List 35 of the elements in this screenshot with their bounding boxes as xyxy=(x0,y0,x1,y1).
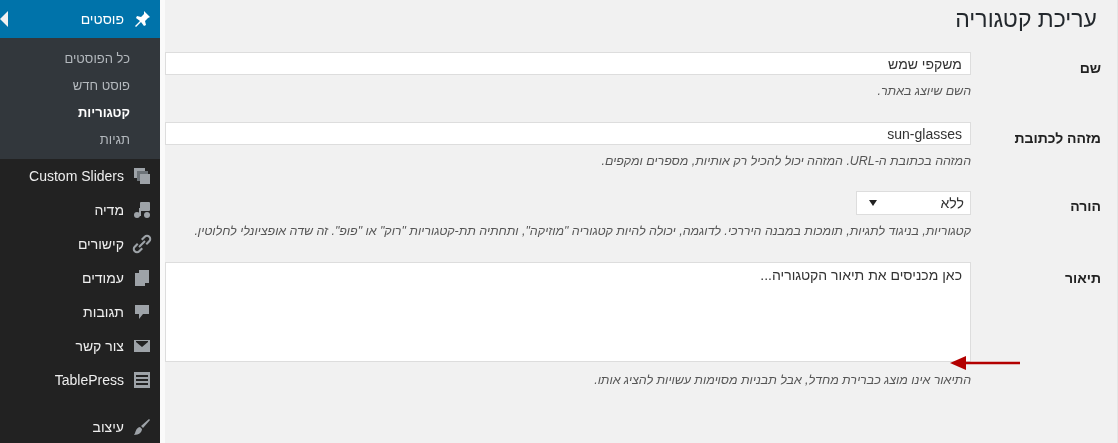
field-label: מזהה לכתובת xyxy=(1013,129,1102,146)
pointer-notch xyxy=(0,11,8,27)
menu-item[interactable]: Custom Sliders xyxy=(0,159,160,193)
media-icon xyxy=(132,200,152,220)
images-icon xyxy=(132,166,152,186)
submenu-item[interactable]: פוסט חדש xyxy=(0,72,160,99)
brush-icon xyxy=(132,417,152,437)
field-label: תיאור xyxy=(1063,269,1102,286)
field-hint: המזהה בכתובת ה-URL. המזהה יכול להכיל רק אותיות, מספרים ומקפים. xyxy=(600,153,971,170)
menu-item[interactable]: צור קשר xyxy=(0,329,160,363)
menu-item[interactable]: TablePress xyxy=(0,363,160,397)
parent-dropdown[interactable]: ללא xyxy=(856,191,971,215)
submenu-item[interactable]: כל הפוסטים xyxy=(0,45,160,72)
menu-item[interactable]: עמודים xyxy=(0,261,160,295)
annotation-arrow xyxy=(950,356,1022,370)
pages-icon xyxy=(132,268,152,288)
field-hint: קטגוריות, בניגוד לתגיות, תומכות במבנה היררכי. לדוגמה, יכולה להיות קטגוריה "מוזיקה", ותחתיה תת-קטגוריות "רוק" או "פופ". זה שדה אופציונלי לחלוטין. xyxy=(193,223,971,240)
page-title: עריכת קטגוריה xyxy=(954,5,1098,34)
field-label: הורה xyxy=(1069,197,1102,214)
text-field[interactable]: sun-glasses xyxy=(165,122,971,145)
menu-item[interactable]: מדיה xyxy=(0,193,160,227)
menu-item[interactable]: עיצוב xyxy=(0,410,160,443)
description-field[interactable]: כאן מכניסים את תיאור הקטגוריה... xyxy=(165,262,971,362)
caret-icon xyxy=(869,200,877,206)
menu-item[interactable]: תגובות xyxy=(0,295,160,329)
submenu-item[interactable]: קטגוריות xyxy=(0,99,160,126)
table-icon xyxy=(132,370,152,390)
link-icon xyxy=(132,234,152,254)
menu-item[interactable]: פוסטים xyxy=(0,0,160,38)
submenu-item[interactable]: תגיות xyxy=(0,126,160,153)
text-field[interactable]: משקפי שמש xyxy=(165,52,971,75)
menu-item[interactable]: קישורים xyxy=(0,227,160,261)
field-label: שם xyxy=(1078,59,1102,76)
field-hint: השם שיוצג באתר. xyxy=(876,83,971,100)
field-hint: התיאור אינו מוצג כברירת מחדל, אבל תבניות מסוימות עשויות להציג אותו. xyxy=(593,372,971,389)
